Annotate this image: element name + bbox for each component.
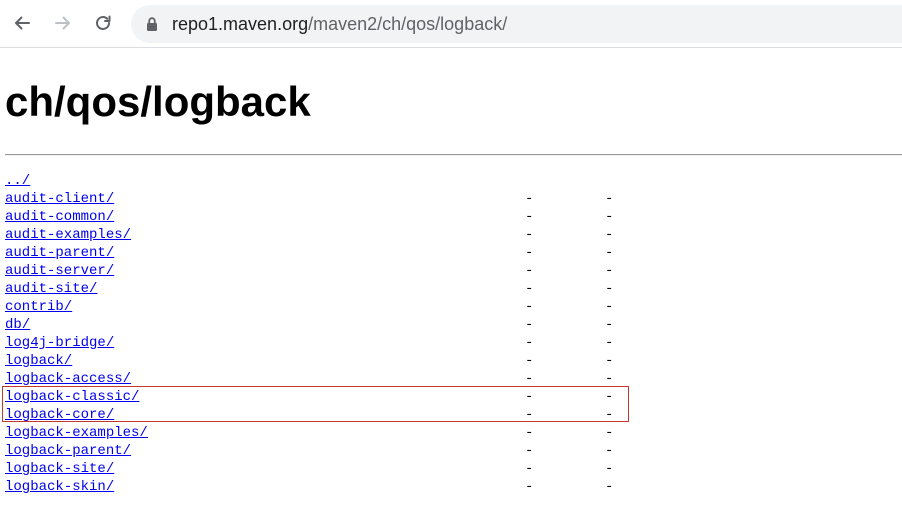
modified-date: - — [525, 353, 534, 369]
directory-link[interactable]: audit-examples/ — [5, 226, 131, 244]
file-size: - — [605, 407, 614, 423]
lock-icon[interactable] — [145, 16, 159, 32]
modified-date: - — [525, 209, 534, 225]
directory-link[interactable]: logback-access/ — [5, 370, 131, 388]
list-item: ../ — [5, 172, 705, 190]
modified-date: - — [525, 281, 534, 297]
file-size: - — [605, 281, 614, 297]
file-size: - — [605, 335, 614, 351]
directory-link[interactable]: logback-core/ — [5, 406, 114, 424]
file-size: - — [605, 317, 614, 333]
directory-link[interactable]: log4j-bridge/ — [5, 334, 114, 352]
file-size: - — [605, 353, 614, 369]
list-item: logback-access/ - - — [5, 370, 705, 388]
modified-date: - — [525, 407, 534, 423]
list-item: logback-examples/ - - — [5, 424, 705, 442]
file-size: - — [605, 245, 614, 261]
directory-link[interactable]: ../ — [5, 172, 30, 190]
file-size: - — [605, 209, 614, 225]
list-item: contrib/ - - — [5, 298, 705, 316]
directory-listing: ../audit-client/- - audit-common/- - audit-e… — [5, 172, 705, 496]
modified-date: - — [525, 479, 534, 495]
modified-date: - — [525, 425, 534, 441]
reload-icon — [96, 15, 111, 30]
list-item: db/ - - — [5, 316, 705, 334]
modified-date: - — [525, 227, 534, 243]
file-size: - — [605, 461, 614, 477]
browser-toolbar: repo1.maven.org/maven2/ch/qos/logback/ — [0, 0, 902, 48]
file-size: - — [605, 227, 614, 243]
directory-link[interactable]: audit-parent/ — [5, 244, 114, 262]
modified-date: - — [525, 245, 534, 261]
list-item: logback-skin/ - - — [5, 478, 705, 496]
back-button[interactable] — [7, 8, 37, 38]
directory-link[interactable]: logback-examples/ — [5, 424, 148, 442]
directory-link[interactable]: logback-parent/ — [5, 442, 131, 460]
divider — [5, 154, 902, 156]
url-text[interactable]: repo1.maven.org/maven2/ch/qos/logback/ — [172, 13, 507, 35]
modified-date: - — [525, 317, 534, 333]
file-size: - — [605, 479, 614, 495]
list-item: audit-client/ - - — [5, 190, 705, 208]
directory-link[interactable]: audit-site/ — [5, 280, 97, 298]
list-item: logback/ - - — [5, 352, 705, 370]
address-bar[interactable]: repo1.maven.org/maven2/ch/qos/logback/ — [131, 5, 902, 43]
file-size: - — [605, 371, 614, 387]
list-item: audit-server/ - - — [5, 262, 705, 280]
page-content: ch/qos/logback ../audit-client/- - audit-c… — [0, 48, 902, 528]
modified-date: - — [525, 263, 534, 279]
reload-button[interactable] — [88, 8, 118, 38]
file-size: - — [605, 443, 614, 459]
file-size: - — [605, 389, 614, 405]
list-item: audit-examples/ - - — [5, 226, 705, 244]
list-item: audit-parent/ - - — [5, 244, 705, 262]
page-title: ch/qos/logback — [5, 78, 311, 125]
list-item: logback-core/ - - — [5, 406, 705, 424]
url-path: /maven2/ch/qos/logback/ — [308, 14, 508, 34]
modified-date: - — [525, 335, 534, 351]
directory-link[interactable]: audit-client/ — [5, 190, 114, 208]
directory-link[interactable]: logback-skin/ — [5, 478, 114, 496]
directory-link[interactable]: logback/ — [5, 352, 72, 370]
list-item: logback-parent/ - - — [5, 442, 705, 460]
directory-link[interactable]: db/ — [5, 316, 30, 334]
list-item: logback-site/ - - — [5, 460, 705, 478]
modified-date: - — [525, 299, 534, 315]
url-host: repo1.maven.org — [172, 14, 309, 34]
list-item: log4j-bridge/ - - — [5, 334, 705, 352]
modified-date: - — [525, 371, 534, 387]
directory-link[interactable]: contrib/ — [5, 298, 72, 316]
file-size: - — [605, 425, 614, 441]
directory-link[interactable]: audit-server/ — [5, 262, 114, 280]
modified-date: - — [525, 461, 534, 477]
modified-date: - — [525, 443, 534, 459]
file-size: - — [605, 263, 614, 279]
directory-link[interactable]: logback-site/ — [5, 460, 114, 478]
file-size: - — [605, 299, 614, 315]
modified-date: - — [525, 191, 534, 207]
forward-button[interactable] — [48, 8, 78, 38]
list-item: audit-site/ - - — [5, 280, 705, 298]
arrow-left-icon — [15, 16, 30, 30]
directory-link[interactable]: audit-common/ — [5, 208, 114, 226]
file-size: - — [605, 191, 614, 207]
modified-date: - — [525, 389, 534, 405]
list-item: logback-classic/ - - — [5, 388, 705, 406]
directory-link[interactable]: logback-classic/ — [5, 388, 139, 406]
arrow-right-icon — [55, 16, 70, 30]
list-item: audit-common/ - - — [5, 208, 705, 226]
